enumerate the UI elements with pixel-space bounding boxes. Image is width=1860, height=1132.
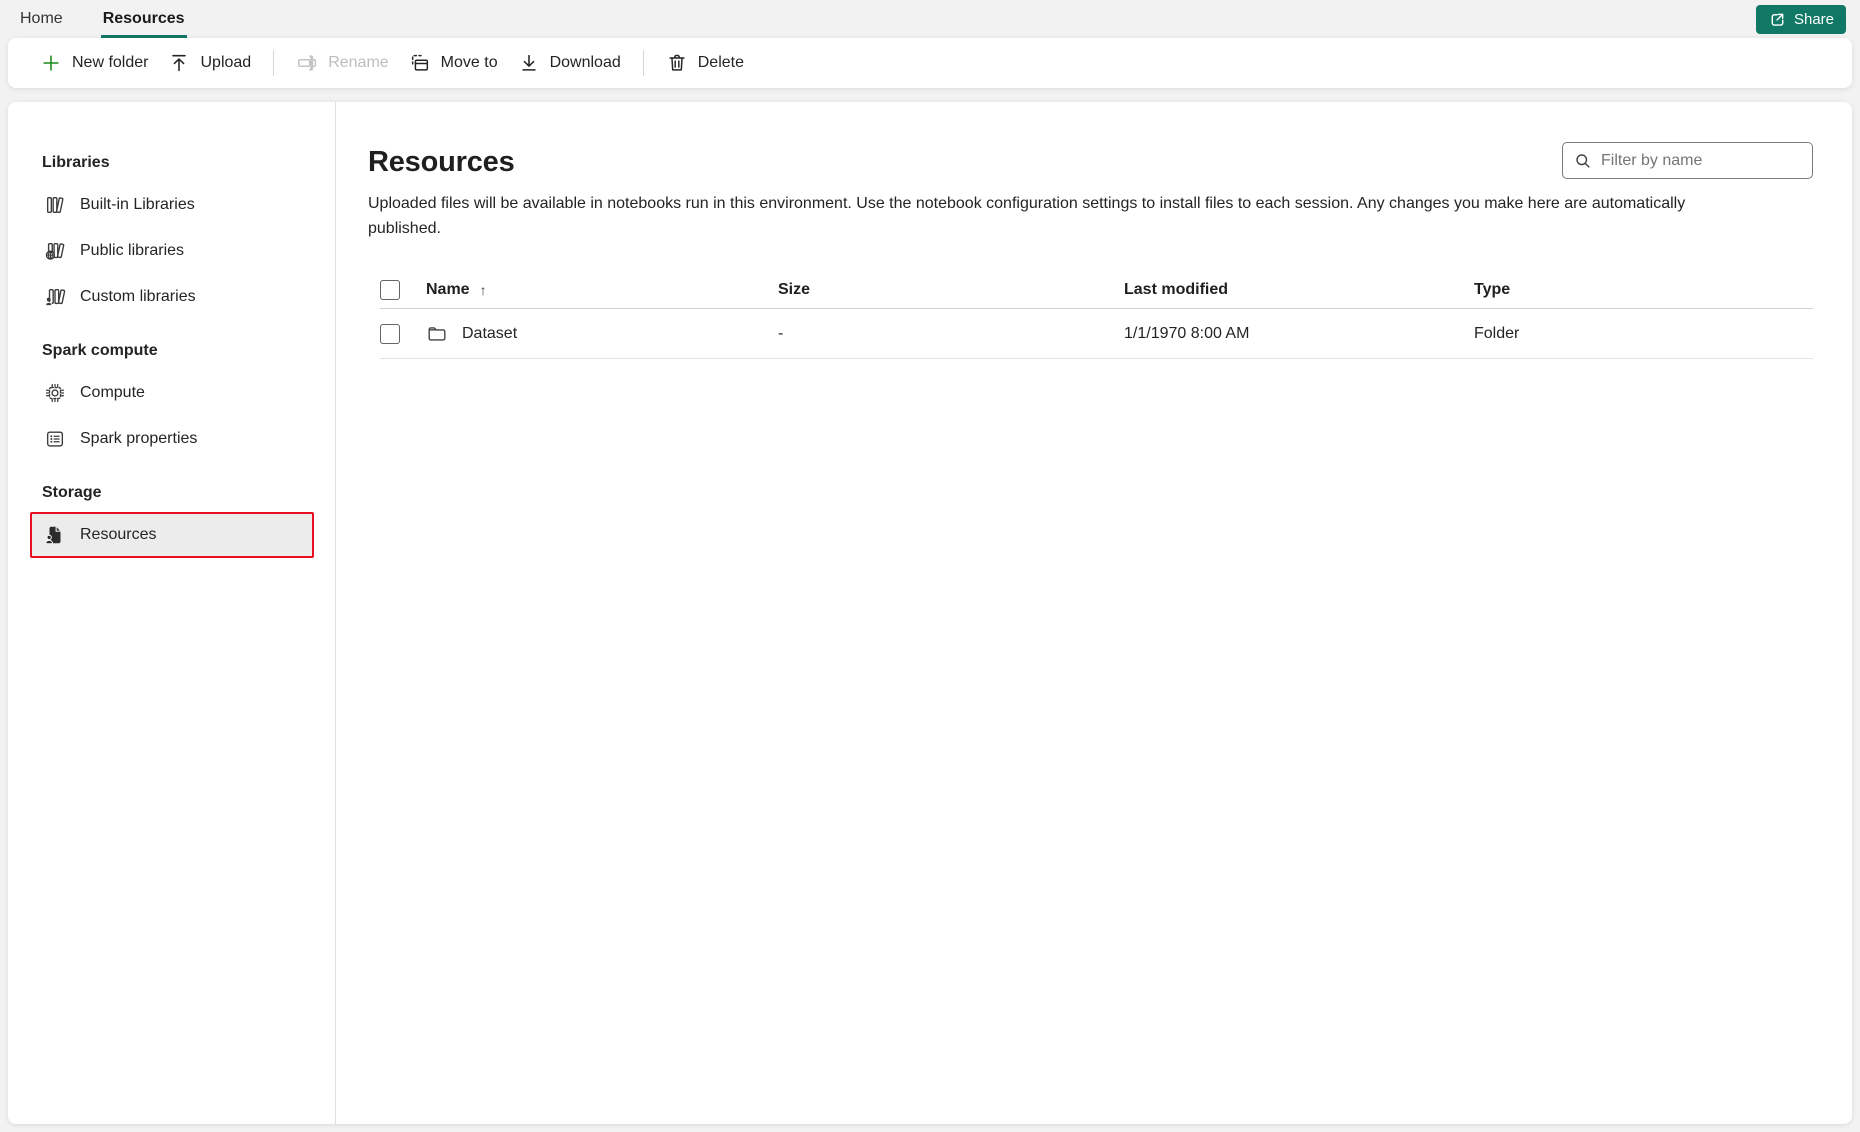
upload-icon (168, 52, 190, 74)
select-all-checkbox[interactable] (380, 279, 400, 300)
share-button-label: Share (1793, 11, 1834, 28)
sidebar-heading-storage: Storage (42, 484, 102, 501)
move-to-button[interactable]: Move to (399, 46, 508, 80)
content-card: Libraries Built-in Libraries Public libr… (8, 102, 1852, 1124)
table-row[interactable]: Dataset - 1/1/1970 8:00 AM Folder (380, 309, 1813, 359)
sort-ascending-icon: ↑ (479, 281, 487, 298)
share-icon (1768, 10, 1787, 29)
custom-libraries-icon (44, 286, 66, 308)
resources-main-pane: Resources Uploaded files will be availab… (336, 102, 1852, 1124)
sidebar-item-custom-libraries[interactable]: Custom libraries (30, 274, 314, 320)
download-button[interactable]: Download (508, 46, 631, 80)
sidebar-item-compute[interactable]: Compute (30, 370, 314, 416)
public-libraries-icon (44, 240, 66, 262)
column-header-label: Name (426, 280, 470, 298)
row-select-cell (380, 323, 426, 344)
column-header-name[interactable]: Name ↑ (426, 281, 778, 299)
row-type-cell: Folder (1474, 324, 1520, 342)
sidebar-item-label: Compute (80, 384, 145, 401)
sidebar-item-spark-properties[interactable]: Spark properties (30, 416, 314, 462)
row-name-label: Dataset (462, 324, 518, 342)
sidebar-item-label: Custom libraries (80, 288, 196, 305)
filter-box (1562, 142, 1813, 179)
sidebar-heading-libraries: Libraries (42, 154, 110, 171)
top-tab-bar: Home Resources Share (0, 0, 1860, 38)
download-icon (518, 52, 540, 74)
column-header-type[interactable]: Type (1474, 281, 1813, 299)
delete-icon (666, 52, 688, 74)
column-header-label: Size (778, 280, 811, 298)
tab-home[interactable]: Home (18, 2, 65, 38)
column-header-label: Type (1474, 280, 1511, 298)
row-last-modified-cell: 1/1/1970 8:00 AM (1124, 324, 1250, 342)
sidebar-heading-spark-compute: Spark compute (42, 342, 158, 359)
resources-table: Name ↑ Size Last modified Type Dataset -… (380, 271, 1813, 359)
share-button[interactable]: Share (1755, 5, 1846, 34)
delete-button[interactable]: Delete (656, 46, 754, 80)
move-to-icon (409, 52, 431, 74)
compute-icon (44, 382, 66, 404)
resources-toolbar: New folder Upload Rename Move to Downloa… (8, 38, 1852, 88)
new-folder-plus-icon (40, 52, 62, 74)
page-description: Uploaded files will be available in note… (368, 195, 1686, 237)
sidebar-item-label: Public libraries (80, 242, 185, 259)
new-folder-label: New folder (72, 54, 149, 71)
upload-button[interactable]: Upload (158, 46, 261, 80)
row-size-cell: - (778, 324, 784, 342)
upload-label: Upload (200, 54, 252, 71)
environment-resources-page: Home Resources Share New folder Upload R… (0, 0, 1860, 1132)
tab-resources[interactable]: Resources (100, 2, 187, 38)
sidebar-item-resources[interactable]: Resources (30, 512, 314, 558)
sidebar-item-label: Built-in Libraries (80, 196, 195, 213)
new-folder-button[interactable]: New folder (30, 46, 158, 80)
move-to-label: Move to (440, 54, 498, 71)
download-label: Download (549, 54, 621, 71)
rename-icon (296, 52, 318, 74)
column-header-size[interactable]: Size (778, 281, 1124, 299)
column-header-label: Last modified (1124, 280, 1229, 298)
built-in-libraries-icon (44, 194, 66, 216)
sidebar-item-label: Resources (80, 526, 157, 543)
resources-icon (44, 524, 66, 546)
toolbar-separator (273, 50, 275, 76)
sidebar-item-label: Spark properties (80, 430, 198, 447)
filter-by-name-input[interactable] (1601, 151, 1808, 170)
row-name-cell[interactable]: Dataset (426, 323, 778, 345)
search-icon (1573, 151, 1593, 171)
table-header-row: Name ↑ Size Last modified Type (380, 271, 1813, 309)
spark-properties-icon (44, 428, 66, 450)
folder-icon (426, 323, 448, 345)
row-checkbox[interactable] (380, 323, 400, 344)
toolbar-separator (642, 50, 644, 76)
rename-button[interactable]: Rename (286, 46, 398, 80)
delete-label: Delete (697, 54, 744, 71)
sidebar-item-public-libraries[interactable]: Public libraries (30, 228, 314, 274)
rename-label: Rename (328, 54, 389, 71)
settings-sidebar: Libraries Built-in Libraries Public libr… (8, 102, 336, 1124)
select-all-cell (380, 279, 426, 300)
column-header-last-modified[interactable]: Last modified (1124, 281, 1474, 299)
sidebar-item-built-in-libraries[interactable]: Built-in Libraries (30, 182, 314, 228)
